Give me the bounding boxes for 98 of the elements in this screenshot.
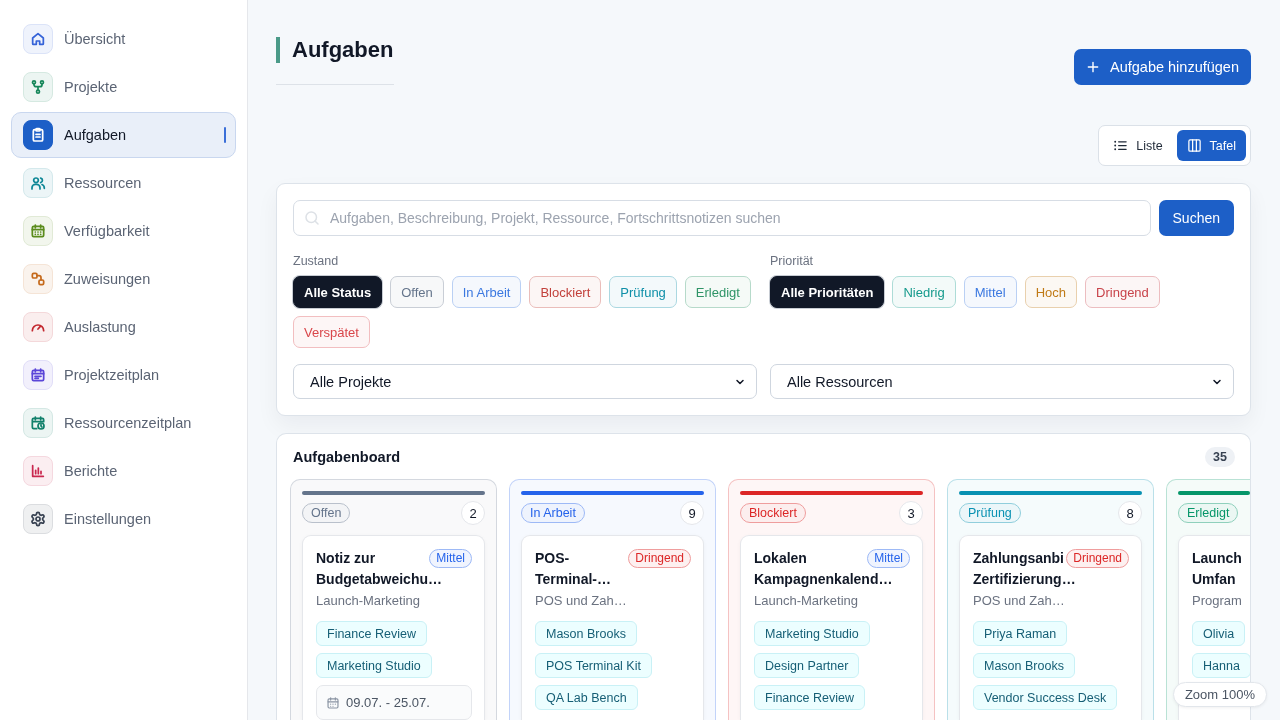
view-button[interactable]: Liste — [1103, 130, 1173, 161]
page-title: Aufgaben — [292, 37, 394, 63]
nav-item[interactable]: Berichte — [11, 448, 236, 494]
count-badge: 9 — [680, 501, 704, 525]
gauge-icon — [23, 312, 53, 342]
filter-chip[interactable]: Erledigt — [684, 276, 751, 308]
nav-item[interactable]: Ressourcen — [11, 160, 236, 206]
count-badge: 2 — [461, 501, 485, 525]
task-title: Terminal-… — [535, 570, 611, 589]
search-icon — [303, 209, 321, 227]
filter-chip[interactable]: Niedrig — [892, 276, 956, 308]
priority-pill: Mittel — [429, 549, 472, 568]
resource-tag: Finance Review — [316, 621, 427, 646]
calendar-icon — [326, 695, 340, 710]
dropdown-field[interactable]: Alle Ressourcen — [770, 364, 1234, 399]
count-badge: 3 — [899, 501, 923, 525]
priority-pill: Mittel — [867, 549, 910, 568]
date-text: 09.07. - 25.07. — [346, 695, 430, 710]
nav-item[interactable]: Ressourcenzeitplan — [11, 400, 236, 446]
resource-tag: Marketing Studio — [754, 621, 870, 646]
settings-icon — [23, 504, 53, 534]
filter-chip[interactable]: Dringend — [1085, 276, 1160, 308]
resource-tag: Design Partner — [754, 653, 860, 678]
status-pill: In Arbeit — [521, 503, 585, 523]
filter-label: Zustand — [293, 253, 339, 269]
calendar-clock-icon — [23, 408, 53, 438]
task-title: Budgetabweichu… — [316, 570, 442, 589]
nodes-icon — [23, 72, 53, 102]
task-title: Zertifizierung… — [973, 570, 1076, 589]
calendar-icon — [23, 360, 53, 390]
status-pill: Blockiert — [740, 503, 806, 523]
filter-chip[interactable]: In Arbeit — [451, 276, 522, 308]
house-icon — [23, 24, 53, 54]
add-task-button[interactable]: Aufgabe hinzufügen — [1074, 49, 1251, 85]
list-icon — [1113, 138, 1129, 153]
dropdown-field[interactable]: Alle Projekte — [293, 364, 757, 399]
count-badge: 35 — [1205, 447, 1235, 467]
task-title: Kampagnenkalend… — [754, 570, 893, 589]
filter-chip[interactable]: Blockiert — [529, 276, 602, 308]
task-title: Launch — [1192, 549, 1242, 568]
calendar-icon — [23, 216, 53, 246]
filter-chip[interactable]: Alle Status — [293, 276, 383, 308]
task-card[interactable]: Notiz zur Mittel Budgetabweichu… Launch-Marketing Finance Review Marketing Studio 09.07. - 25.07. — [302, 535, 485, 720]
resource-tag: QA Lab Bench — [535, 685, 638, 710]
filter-chip[interactable]: Hoch — [1024, 276, 1078, 308]
count-badge: 8 — [1118, 501, 1142, 525]
project-name: POS und Zah… — [535, 592, 627, 609]
columns-icon — [1186, 138, 1202, 153]
users-icon — [23, 168, 53, 198]
resource-tag: Mason Brooks — [973, 653, 1075, 678]
search-field[interactable]: Aufgaben, Beschreibung, Projekt, Ressource, Fortschrittsnotizen suchen — [293, 200, 1151, 236]
filter-chip[interactable]: Prüfung — [609, 276, 677, 308]
resource-tag: POS Terminal Kit — [535, 653, 652, 678]
filter-chip[interactable]: Alle Prioritäten — [770, 276, 885, 308]
task-title: Umfan — [1192, 570, 1236, 589]
task-title: Notiz zur — [316, 549, 376, 568]
view-button[interactable]: Tafel — [1176, 130, 1246, 161]
linked-squares-icon — [23, 264, 53, 294]
task-card[interactable]: Lokalen Mittel Kampagnenkalend… Launch-Marketing Marketing Studio Design Partner Finance Review — [740, 535, 923, 720]
filter-chip[interactable]: Mittel — [963, 276, 1017, 308]
resource-tag: Marketing Studio — [316, 653, 432, 678]
project-name: POS und Zah… — [973, 592, 1065, 609]
status-pill: Prüfung — [959, 503, 1021, 523]
filter-label: Priorität — [770, 253, 814, 269]
nav-item[interactable]: Verfügbarkeit — [11, 208, 236, 254]
project-name: Program — [1192, 592, 1242, 609]
plus-icon — [1086, 60, 1100, 74]
resource-tag: Vendor Success Desk — [973, 685, 1118, 710]
task-title: Zahlungsanbi — [973, 549, 1064, 568]
priority-pill: Dringend — [628, 549, 691, 568]
project-name: Launch-Marketing — [754, 592, 859, 609]
task-card[interactable]: Zahlungsanbi Dringend Zertifizierung… POS und Zah… Priya Raman Mason Brooks Vendor Success Desk — [959, 535, 1142, 720]
resource-tag: Priya Raman — [973, 621, 1068, 646]
nav-item[interactable]: Aufgaben — [11, 112, 236, 158]
nav-item[interactable]: Übersicht — [11, 16, 236, 62]
nav-item[interactable]: Projekte — [11, 64, 236, 110]
nav-item[interactable]: Einstellungen — [11, 496, 236, 542]
bar-chart-icon — [23, 456, 53, 486]
status-pill: Offen — [302, 503, 351, 523]
resource-tag: Mason Brooks — [535, 621, 637, 646]
project-name: Launch-Marketing — [316, 592, 421, 609]
resource-tag: Olivia — [1192, 621, 1246, 646]
nav-item[interactable]: Zuweisungen — [11, 256, 236, 302]
resource-tag: Finance Review — [754, 685, 865, 710]
filter-chip[interactable]: Offen — [390, 276, 444, 308]
task-title: POS- — [535, 549, 570, 568]
nav-item[interactable]: Auslastung — [11, 304, 236, 350]
search-button[interactable]: Suchen — [1158, 200, 1234, 236]
resource-tag: Hanna — [1192, 653, 1250, 678]
active-marker-icon — [224, 127, 226, 143]
board-title: Aufgabenboard — [293, 449, 401, 465]
task-title: Lokalen — [754, 549, 807, 568]
priority-pill: Dringend — [1066, 549, 1129, 568]
filter-chip[interactable]: Verspätet — [293, 316, 370, 348]
status-pill: Erledigt — [1178, 503, 1239, 523]
task-card[interactable]: POS- Dringend Terminal-… POS und Zah… Mason Brooks POS Terminal Kit QA Lab Bench — [521, 535, 704, 720]
nav-item[interactable]: Projektzeitplan — [11, 352, 236, 398]
zoom-badge: Zoom 100% — [1172, 682, 1267, 707]
